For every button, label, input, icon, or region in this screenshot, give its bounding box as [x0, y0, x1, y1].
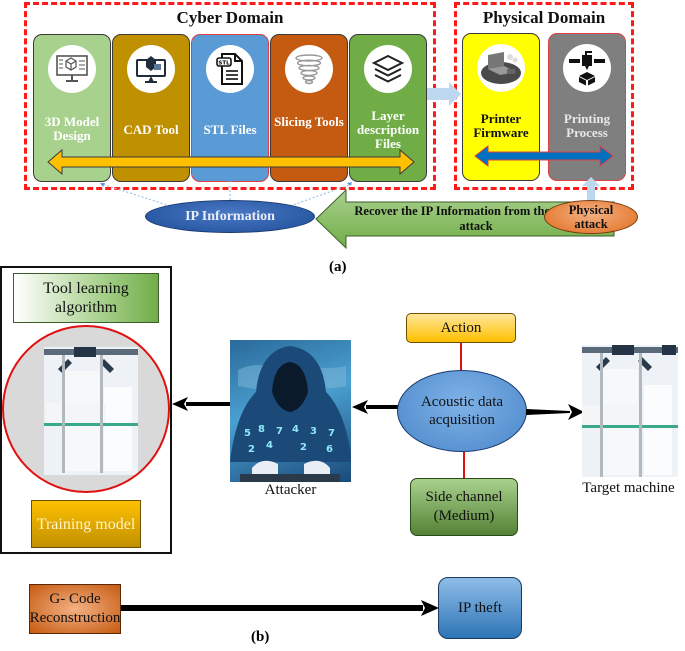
side-channel-label: Side channel (Medium): [425, 489, 503, 524]
physical-attack-ellipse: Physical attack: [544, 200, 638, 234]
side-channel-box: Side channel (Medium): [410, 478, 518, 536]
svg-text:2: 2: [248, 444, 255, 455]
gcode-reconstruction-label: G- Code Reconstruction: [29, 591, 121, 626]
action-label: Action: [440, 319, 482, 336]
ip-information-ellipse: IP Information: [145, 200, 315, 233]
svg-text:4: 4: [266, 440, 273, 451]
attacker-image: 587437 2426: [230, 340, 351, 482]
arrow-gcode-to-ip-theft: [121, 600, 439, 616]
acoustic-data-acquisition-ellipse: Acoustic data acquisition: [397, 370, 527, 452]
tool-learning-algorithm-label: Tool learning algorithm: [43, 280, 129, 316]
side-channel-connector: [463, 452, 465, 479]
hooded-hacker-icon: 587437 2426: [230, 346, 351, 482]
printer-model-circle: [2, 325, 170, 493]
svg-text:2: 2: [300, 442, 307, 453]
arrow-acoustic-to-attacker: [352, 400, 402, 414]
tool-learning-algorithm-box: Tool learning algorithm: [13, 273, 159, 323]
printer-image-icon: [44, 347, 138, 475]
physical-attack-label: Physical attack: [568, 203, 614, 231]
ip-information-label: IP Information: [185, 208, 275, 224]
panel-b-caption: (b): [251, 629, 270, 645]
attacker-label: Attacker: [264, 482, 317, 498]
svg-text:7: 7: [328, 428, 335, 439]
target-machine-label: Target machine: [582, 480, 675, 496]
panel-a-caption: (a): [329, 259, 347, 275]
arrow-acoustic-to-target: [526, 404, 584, 420]
svg-text:6: 6: [326, 444, 333, 455]
svg-text:4: 4: [292, 424, 299, 435]
training-model-box: Training model: [31, 500, 141, 548]
printer-image-icon: [582, 345, 678, 477]
svg-text:8: 8: [258, 424, 265, 435]
gcode-reconstruction-box: G- Code Reconstruction: [29, 584, 121, 634]
svg-text:3: 3: [310, 426, 317, 437]
action-connector: [460, 343, 462, 373]
target-machine-image: [582, 345, 678, 477]
action-box: Action: [406, 313, 516, 343]
svg-text:5: 5: [244, 428, 251, 439]
ip-theft-label: IP theft: [457, 599, 503, 616]
training-model-label: Training model: [36, 515, 136, 533]
svg-text:7: 7: [276, 426, 283, 437]
ip-theft-box: IP theft: [438, 577, 522, 639]
acoustic-data-acquisition-label: Acoustic data acquisition: [420, 394, 504, 428]
arrow-attacker-to-training: [172, 397, 232, 411]
